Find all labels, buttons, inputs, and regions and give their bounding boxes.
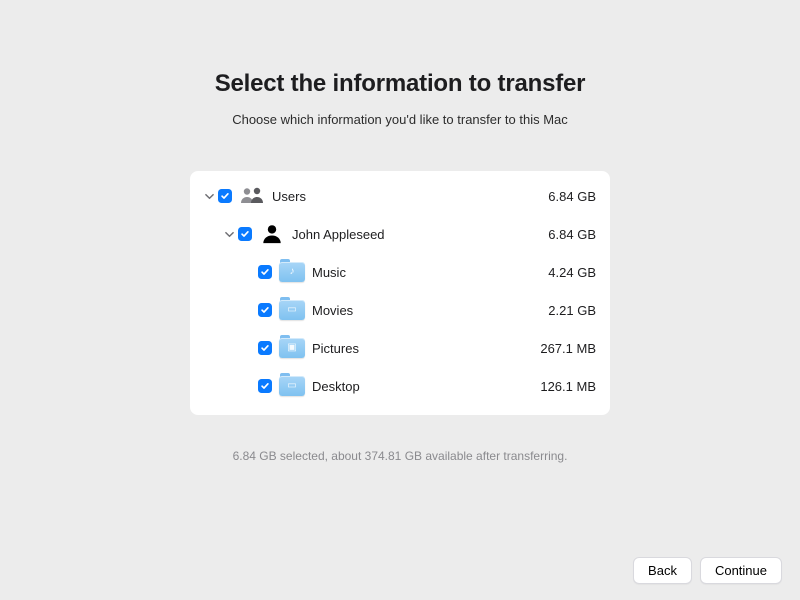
size-movies: 2.21 GB [526, 303, 596, 318]
footer-buttons: Back Continue [633, 557, 782, 584]
checkbox-pictures[interactable] [258, 341, 272, 355]
chevron-down-icon[interactable] [224, 229, 234, 239]
label-movies: Movies [312, 303, 526, 318]
folder-music-icon: ♪ [278, 258, 306, 286]
transfer-tree-panel: Users 6.84 GB John Appleseed 6.84 GB [190, 171, 610, 415]
tree-row-music[interactable]: ♪ Music 4.24 GB [190, 253, 610, 291]
page-subtitle: Choose which information you'd like to t… [232, 112, 568, 127]
status-text: 6.84 GB selected, about 374.81 GB availa… [233, 449, 568, 463]
size-music: 4.24 GB [526, 265, 596, 280]
tree-row-users[interactable]: Users 6.84 GB [190, 177, 610, 215]
label-desktop: Desktop [312, 379, 526, 394]
tree-row-desktop[interactable]: ▭ Desktop 126.1 MB [190, 367, 610, 405]
continue-button[interactable]: Continue [700, 557, 782, 584]
size-pictures: 267.1 MB [526, 341, 596, 356]
size-users: 6.84 GB [526, 189, 596, 204]
tree-row-movies[interactable]: ▭ Movies 2.21 GB [190, 291, 610, 329]
migration-assistant-window: Select the information to transfer Choos… [0, 0, 800, 600]
label-music: Music [312, 265, 526, 280]
tree-row-pictures[interactable]: ▣ Pictures 267.1 MB [190, 329, 610, 367]
checkbox-users[interactable] [218, 189, 232, 203]
tree-row-user[interactable]: John Appleseed 6.84 GB [190, 215, 610, 253]
checkbox-desktop[interactable] [258, 379, 272, 393]
label-user: John Appleseed [292, 227, 526, 242]
back-button[interactable]: Back [633, 557, 692, 584]
checkbox-music[interactable] [258, 265, 272, 279]
user-silhouette-icon [258, 220, 286, 248]
folder-desktop-icon: ▭ [278, 372, 306, 400]
checkbox-user[interactable] [238, 227, 252, 241]
size-user: 6.84 GB [526, 227, 596, 242]
page-title: Select the information to transfer [215, 70, 586, 98]
folder-movies-icon: ▭ [278, 296, 306, 324]
label-users: Users [272, 189, 526, 204]
folder-pictures-icon: ▣ [278, 334, 306, 362]
checkbox-movies[interactable] [258, 303, 272, 317]
chevron-down-icon[interactable] [204, 191, 214, 201]
users-group-icon [238, 182, 266, 210]
size-desktop: 126.1 MB [526, 379, 596, 394]
label-pictures: Pictures [312, 341, 526, 356]
